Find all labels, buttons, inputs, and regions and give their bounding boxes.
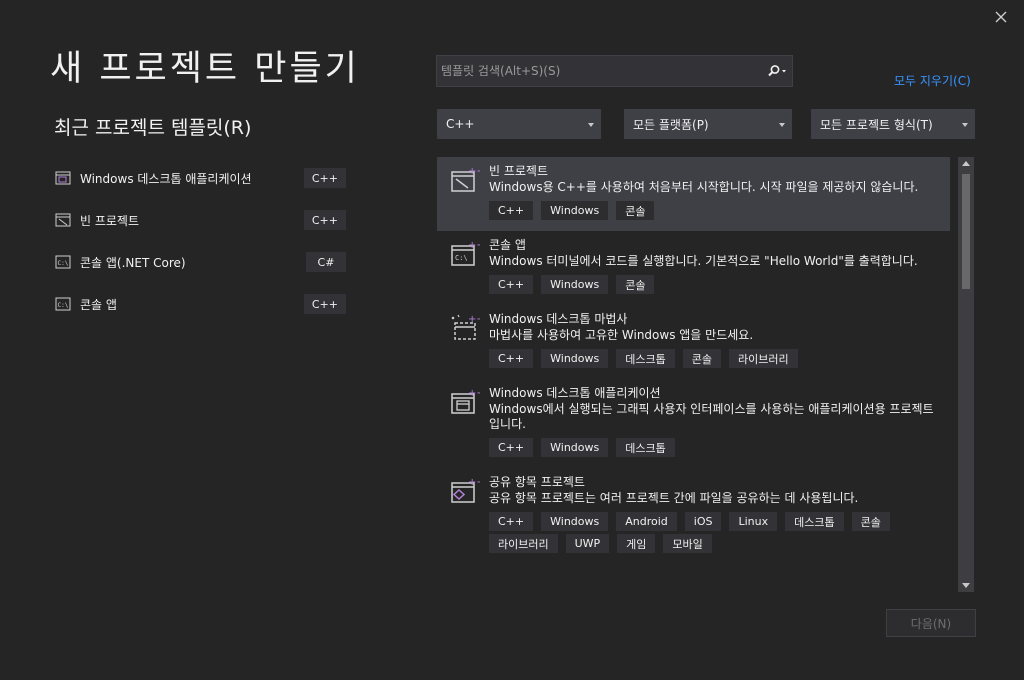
tag: 라이브러리 bbox=[728, 349, 798, 368]
console-app-icon: C:\ bbox=[54, 296, 72, 312]
template-tags: C++ Windows 데스크톱 콘솔 라이브러리 bbox=[489, 349, 942, 371]
recent-item-lang-badge: C++ bbox=[303, 294, 346, 314]
platform-filter-dropdown[interactable]: 모든 플랫폼(P) bbox=[624, 109, 792, 139]
close-button[interactable] bbox=[992, 8, 1010, 26]
tag: Linux bbox=[729, 512, 778, 531]
template-item-desktop-wizard[interactable]: ++ Windows 데스크톱 마법사 마법사를 사용하여 고유한 Window… bbox=[437, 305, 950, 379]
tag: C++ bbox=[489, 438, 534, 457]
svg-text:++: ++ bbox=[468, 314, 480, 325]
recent-item-empty-project[interactable]: 빈 프로젝트 C++ bbox=[54, 210, 346, 230]
console-app-icon: C:\ bbox=[54, 254, 72, 270]
project-type-filter-value: 모든 프로젝트 형식(T) bbox=[820, 117, 933, 132]
template-name: Windows 데스크톱 마법사 bbox=[489, 312, 628, 326]
tag: 콘솔 bbox=[616, 201, 655, 220]
tag: Windows bbox=[541, 512, 609, 531]
svg-text:++: ++ bbox=[468, 477, 480, 488]
recent-item-lang-badge: C++ bbox=[303, 210, 346, 230]
svg-text:++: ++ bbox=[468, 166, 480, 177]
recent-item-lang-badge: C++ bbox=[303, 168, 346, 188]
tag: UWP bbox=[565, 534, 610, 553]
tag: 라이브러리 bbox=[489, 534, 558, 553]
tag: C++ bbox=[489, 349, 534, 368]
desktop-app-icon bbox=[54, 170, 72, 186]
tag: 데스크톱 bbox=[616, 438, 675, 457]
search-button[interactable] bbox=[762, 56, 792, 86]
close-icon bbox=[995, 11, 1007, 23]
svg-text:++: ++ bbox=[468, 388, 480, 399]
chevron-down-icon bbox=[588, 123, 594, 127]
clear-all-link[interactable]: 모두 지우기(C) bbox=[894, 72, 971, 89]
template-name: 빈 프로젝트 bbox=[489, 164, 549, 178]
template-tags: C++ Windows 콘솔 bbox=[489, 275, 942, 297]
template-list-scrollbar[interactable] bbox=[958, 157, 974, 592]
next-button[interactable]: 다음(N) bbox=[886, 609, 976, 637]
empty-project-icon bbox=[54, 212, 72, 228]
tag: Android bbox=[616, 512, 677, 531]
svg-text:C:\: C:\ bbox=[58, 260, 69, 267]
page-title: 새 프로젝트 만들기 bbox=[50, 49, 360, 89]
recent-item-desktop-app[interactable]: Windows 데스크톱 애플리케이션 C++ bbox=[54, 168, 346, 188]
tag: C++ bbox=[489, 512, 534, 531]
template-item-shared-items[interactable]: ++ 공유 항목 프로젝트 공유 항목 프로젝트는 여러 프로젝트 간에 파일을… bbox=[437, 468, 950, 564]
recent-templates-heading: 최근 프로젝트 템플릿(R) bbox=[54, 117, 252, 139]
template-description: 공유 항목 프로젝트는 여러 프로젝트 간에 파일을 공유하는 데 사용됩니다. bbox=[489, 491, 859, 505]
template-name: Windows 데스크톱 애플리케이션 bbox=[489, 386, 661, 400]
template-description: Windows용 C++를 사용하여 처음부터 시작합니다. 시작 파일을 제공… bbox=[489, 180, 919, 194]
template-tags: C++ Windows Android iOS Linux 데스크톱 콘솔 라이… bbox=[489, 512, 942, 556]
template-item-console-app[interactable]: C:\ ++ 콘솔 앱 Windows 터미널에서 코드를 실행합니다. 기본적… bbox=[437, 231, 950, 305]
tag: 게임 bbox=[617, 534, 656, 553]
template-name: 공유 항목 프로젝트 bbox=[489, 475, 585, 489]
tag: 콘솔 bbox=[616, 275, 655, 294]
recent-item-label: Windows 데스크톱 애플리케이션 bbox=[80, 171, 252, 186]
tag: 콘솔 bbox=[682, 349, 721, 368]
template-item-empty-project[interactable]: ++ 빈 프로젝트 Windows용 C++를 사용하여 처음부터 시작합니다.… bbox=[437, 157, 950, 231]
language-filter-dropdown[interactable]: C++ bbox=[437, 109, 601, 139]
tag: Windows bbox=[541, 201, 609, 220]
template-description: Windows에서 실행되는 그래픽 사용자 인터페이스를 사용하는 애플리케이… bbox=[489, 402, 934, 431]
tag: 데스크톱 bbox=[785, 512, 844, 531]
tag: Windows bbox=[541, 438, 609, 457]
tag: 콘솔 bbox=[851, 512, 890, 531]
tag: iOS bbox=[684, 512, 722, 531]
tag: Windows bbox=[541, 275, 609, 294]
tag: C++ bbox=[489, 275, 534, 294]
template-item-desktop-app[interactable]: ++ Windows 데스크톱 애플리케이션 Windows에서 실행되는 그래… bbox=[437, 379, 950, 468]
scroll-up-icon[interactable] bbox=[962, 161, 970, 166]
svg-text:C:\: C:\ bbox=[455, 254, 468, 262]
template-list: ++ 빈 프로젝트 Windows용 C++를 사용하여 처음부터 시작합니다.… bbox=[437, 157, 950, 592]
tag: C++ bbox=[489, 201, 534, 220]
recent-item-console-netcore[interactable]: C:\ 콘솔 앱(.NET Core) C# bbox=[54, 252, 346, 272]
template-description: Windows 터미널에서 코드를 실행합니다. 기본적으로 "Hello Wo… bbox=[489, 254, 918, 268]
recent-templates-list: Windows 데스크톱 애플리케이션 C++ 빈 프로젝트 C++ C:\ 콘… bbox=[54, 168, 346, 336]
recent-item-console-app[interactable]: C:\ 콘솔 앱 C++ bbox=[54, 294, 346, 314]
console-app-icon: C:\ ++ bbox=[451, 240, 480, 266]
template-tags: C++ Windows 데스크톱 bbox=[489, 438, 942, 460]
template-search-input[interactable] bbox=[437, 56, 762, 86]
wizard-icon: ++ bbox=[451, 314, 480, 340]
recent-item-label: 콘솔 앱(.NET Core) bbox=[80, 255, 186, 270]
tag: 데스크톱 bbox=[616, 349, 675, 368]
recent-item-label: 빈 프로젝트 bbox=[80, 213, 140, 228]
recent-item-lang-badge: C# bbox=[306, 252, 346, 272]
svg-text:++: ++ bbox=[468, 240, 480, 251]
template-description: 마법사를 사용하여 고유한 Windows 앱을 만드세요. bbox=[489, 328, 754, 342]
recent-item-label: 콘솔 앱 bbox=[80, 297, 117, 312]
desktop-app-icon: ++ bbox=[451, 388, 480, 414]
template-name: 콘솔 앱 bbox=[489, 238, 526, 252]
platform-filter-value: 모든 플랫폼(P) bbox=[633, 117, 709, 132]
scroll-down-icon[interactable] bbox=[962, 583, 970, 588]
template-tags: C++ Windows 콘솔 bbox=[489, 201, 942, 223]
chevron-down-icon bbox=[779, 123, 785, 127]
project-type-filter-dropdown[interactable]: 모든 프로젝트 형식(T) bbox=[811, 109, 975, 139]
search-icon bbox=[768, 65, 786, 77]
scroll-thumb[interactable] bbox=[962, 174, 970, 289]
language-filter-value: C++ bbox=[446, 117, 475, 131]
tag: Windows bbox=[541, 349, 609, 368]
svg-text:C:\: C:\ bbox=[58, 302, 69, 309]
empty-project-icon: ++ bbox=[451, 166, 480, 192]
tag: 모바일 bbox=[663, 534, 712, 553]
shared-items-icon: ++ bbox=[451, 477, 480, 503]
chevron-down-icon bbox=[962, 123, 968, 127]
template-search-box bbox=[436, 55, 793, 87]
